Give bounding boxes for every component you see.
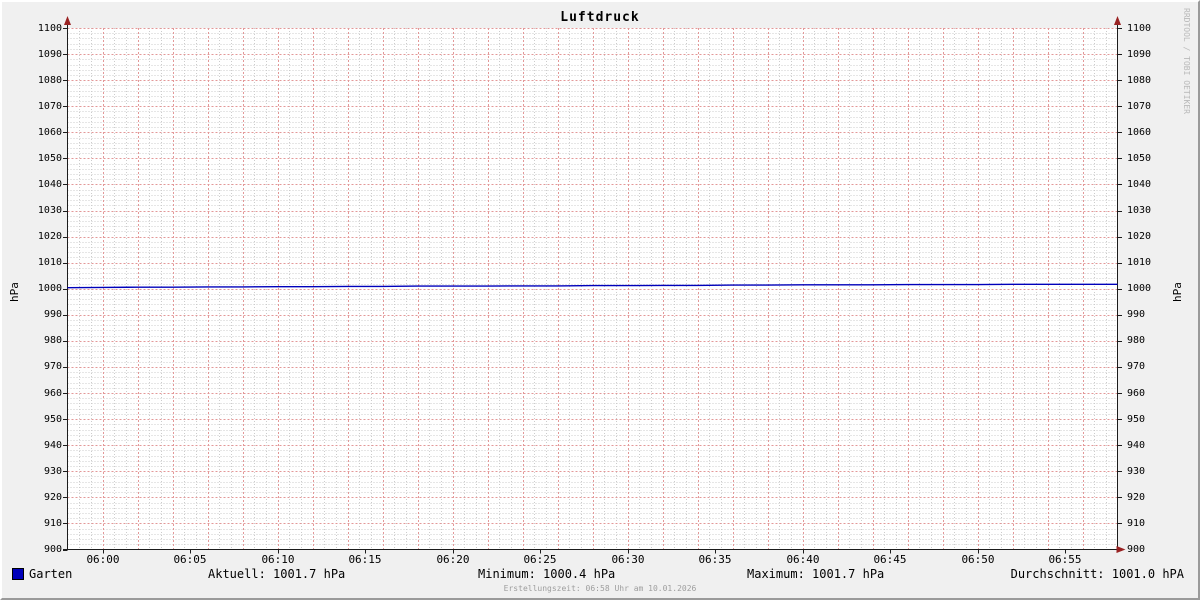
y-axis-tick-label-right: 1050 (1127, 153, 1152, 164)
y-axis-tick-label-left: 920 (43, 492, 62, 503)
y-axis-tick-label-right: 1000 (1127, 283, 1152, 294)
y-axis-tick-label-left: 950 (43, 414, 62, 425)
y-axis-tick-label-left: 1080 (37, 75, 62, 86)
y-axis-tick-label-right: 900 (1127, 544, 1146, 555)
y-axis-tick-label-left: 1000 (37, 283, 62, 294)
y-axis-tick-label-right: 960 (1127, 388, 1146, 399)
creation-timestamp: Erstellungszeit: 06:58 Uhr am 10.01.2026 (503, 584, 697, 593)
right-arrow-icon (1116, 546, 1126, 553)
y-axis-tick-label-left: 1020 (37, 231, 62, 242)
x-axis-tick-label: 06:15 (348, 553, 382, 566)
y-axis-tick-label-right: 920 (1127, 492, 1146, 503)
y-axis-tick-label-left: 970 (43, 361, 62, 372)
y-axis-tick-label-left: 1030 (37, 205, 62, 216)
y-axis-tick-label-right: 950 (1127, 414, 1146, 425)
y-axis-tick-label-left: 1060 (37, 127, 62, 138)
series-label: Garten (29, 567, 73, 581)
x-axis-tick-label: 06:10 (261, 553, 295, 566)
y-axis-tick-label-left: 930 (43, 466, 62, 477)
x-axis-tick-label: 06:40 (786, 553, 820, 566)
x-axis-tick-label: 06:50 (961, 553, 995, 566)
stat-maximum: Maximum: 1001.7 hPa (747, 567, 885, 581)
y-axis-tick-label-right: 1100 (1127, 23, 1152, 34)
x-axis-tick-label: 06:30 (611, 553, 645, 566)
rrdtool-pressure-graph: Luftdruck RRDTOOL / TOBI OETIKER hPa hPa… (0, 0, 1200, 600)
x-axis-tick-label: 06:35 (698, 553, 732, 566)
x-axis-tick-label: 06:45 (873, 553, 907, 566)
stat-minimum: Minimum: 1000.4 hPa (478, 567, 616, 581)
legend-row: Garten Aktuell: 1001.7 hPa Minimum: 1000… (0, 568, 1200, 581)
y-axis-tick-label-left: 960 (43, 388, 62, 399)
up-arrow-icon (1114, 16, 1121, 25)
y-axis-tick-label-right: 970 (1127, 361, 1146, 372)
y-axis-tick-label-left: 940 (43, 440, 62, 451)
y-axis-tick-label-right: 990 (1127, 309, 1146, 320)
x-axis-tick-label: 06:25 (523, 553, 557, 566)
y-axis-tick-label-right: 910 (1127, 518, 1146, 529)
x-axis-tick-label: 06:20 (436, 553, 470, 566)
y-axis-tick-label-right: 1020 (1127, 231, 1152, 242)
stat-aktuell: Aktuell: 1001.7 hPa (208, 567, 346, 581)
y-axis-tick-label-left: 1040 (37, 179, 62, 190)
y-axis-tick-label-left: 980 (43, 335, 62, 346)
y-axis-tick-label-right: 1010 (1127, 257, 1152, 268)
y-axis-tick-label-right: 1040 (1127, 179, 1152, 190)
y-axis-tick-label-right: 930 (1127, 466, 1146, 477)
y-axis-tick-label-right: 1070 (1127, 101, 1152, 112)
y-axis-tick-label-left: 1090 (37, 49, 62, 60)
stat-durchschnitt: Durchschnitt: 1001.0 hPA (1010, 567, 1184, 581)
y-axis-tick-label-left: 1050 (37, 153, 62, 164)
y-axis-tick-label-left: 1100 (37, 23, 62, 34)
y-axis-tick-label-right: 980 (1127, 335, 1146, 346)
y-axis-tick-label-left: 1070 (37, 101, 62, 112)
x-axis-tick-label: 06:55 (1048, 553, 1082, 566)
up-arrow-icon (64, 16, 71, 25)
y-axis-tick-label-right: 1060 (1127, 127, 1152, 138)
y-axis-tick-label-left: 1010 (37, 257, 62, 268)
y-axis-tick-label-right: 1030 (1127, 205, 1152, 216)
x-axis-tick-label: 06:05 (173, 553, 207, 566)
plot-area (63, 16, 1126, 554)
y-axis-tick-label-left: 900 (43, 544, 62, 555)
y-axis-tick-label-left: 910 (43, 518, 62, 529)
y-axis-tick-label-right: 940 (1127, 440, 1146, 451)
x-axis-tick-label: 06:00 (86, 553, 120, 566)
y-axis-tick-label-right: 1090 (1127, 49, 1152, 60)
series-color-swatch (12, 568, 24, 580)
y-axis-tick-label-left: 990 (43, 309, 62, 320)
y-axis-tick-label-right: 1080 (1127, 75, 1152, 86)
